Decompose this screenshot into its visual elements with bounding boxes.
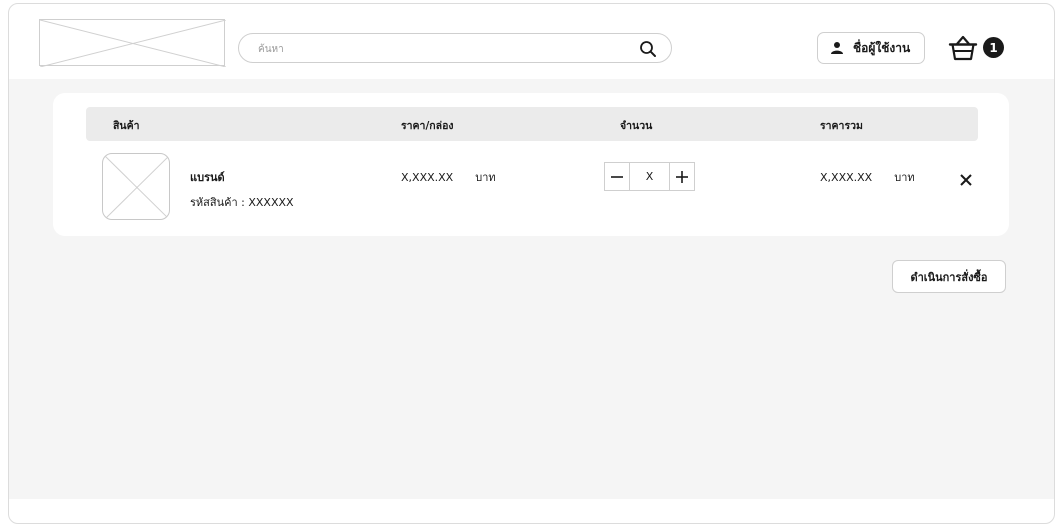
minus-icon bbox=[611, 175, 623, 178]
quantity-stepper: X bbox=[604, 162, 695, 191]
cart-count-badge: 1 bbox=[983, 37, 1004, 58]
user-account-button[interactable]: ชื่อผู้ใช้งาน bbox=[817, 32, 925, 64]
column-header-total: ราคารวม bbox=[820, 120, 863, 132]
close-icon bbox=[960, 174, 972, 186]
quantity-value[interactable]: X bbox=[629, 163, 670, 190]
cart-table: สินค้า ราคา/กล่อง จำนวน ราคารวม แบรนด์ ร… bbox=[53, 93, 1009, 236]
decrement-button[interactable] bbox=[605, 163, 630, 190]
image-placeholder-icon bbox=[103, 154, 169, 219]
unit-price: X,XXX.XX บาท bbox=[401, 168, 496, 186]
remove-item-button[interactable] bbox=[955, 169, 977, 191]
line-total: X,XXX.XX บาท bbox=[820, 168, 915, 186]
product-code: รหัสสินค้า : XXXXXX bbox=[190, 196, 294, 209]
line-total-value: X,XXX.XX bbox=[820, 171, 873, 184]
unit-price-value: X,XXX.XX bbox=[401, 171, 454, 184]
plus-icon bbox=[676, 170, 688, 183]
username-label: ชื่อผู้ใช้งาน bbox=[853, 40, 911, 55]
column-header-price: ราคา/กล่อง bbox=[401, 120, 454, 132]
unit-price-currency: บาท bbox=[475, 171, 496, 184]
logo-placeholder[interactable] bbox=[39, 19, 226, 67]
basket-icon[interactable] bbox=[948, 34, 978, 62]
search-bar bbox=[238, 33, 672, 63]
checkout-button[interactable]: ดำเนินการสั่งซื้อ bbox=[892, 260, 1006, 293]
app-window: ชื่อผู้ใช้งาน 1 สินค้า ราคา/กล่อง จำนวน … bbox=[8, 3, 1055, 524]
search-icon[interactable] bbox=[639, 40, 657, 58]
logo-placeholder-icon bbox=[40, 20, 226, 67]
line-total-currency: บาท bbox=[894, 171, 915, 184]
column-header-quantity: จำนวน bbox=[620, 120, 653, 132]
user-icon bbox=[831, 42, 843, 54]
cart-table-header: สินค้า ราคา/กล่อง จำนวน ราคารวม bbox=[86, 107, 978, 141]
increment-button[interactable] bbox=[669, 163, 694, 190]
product-brand[interactable]: แบรนด์ bbox=[190, 168, 225, 186]
search-input[interactable] bbox=[256, 38, 620, 60]
product-image-placeholder[interactable] bbox=[102, 153, 170, 220]
column-header-product: สินค้า bbox=[113, 120, 140, 132]
